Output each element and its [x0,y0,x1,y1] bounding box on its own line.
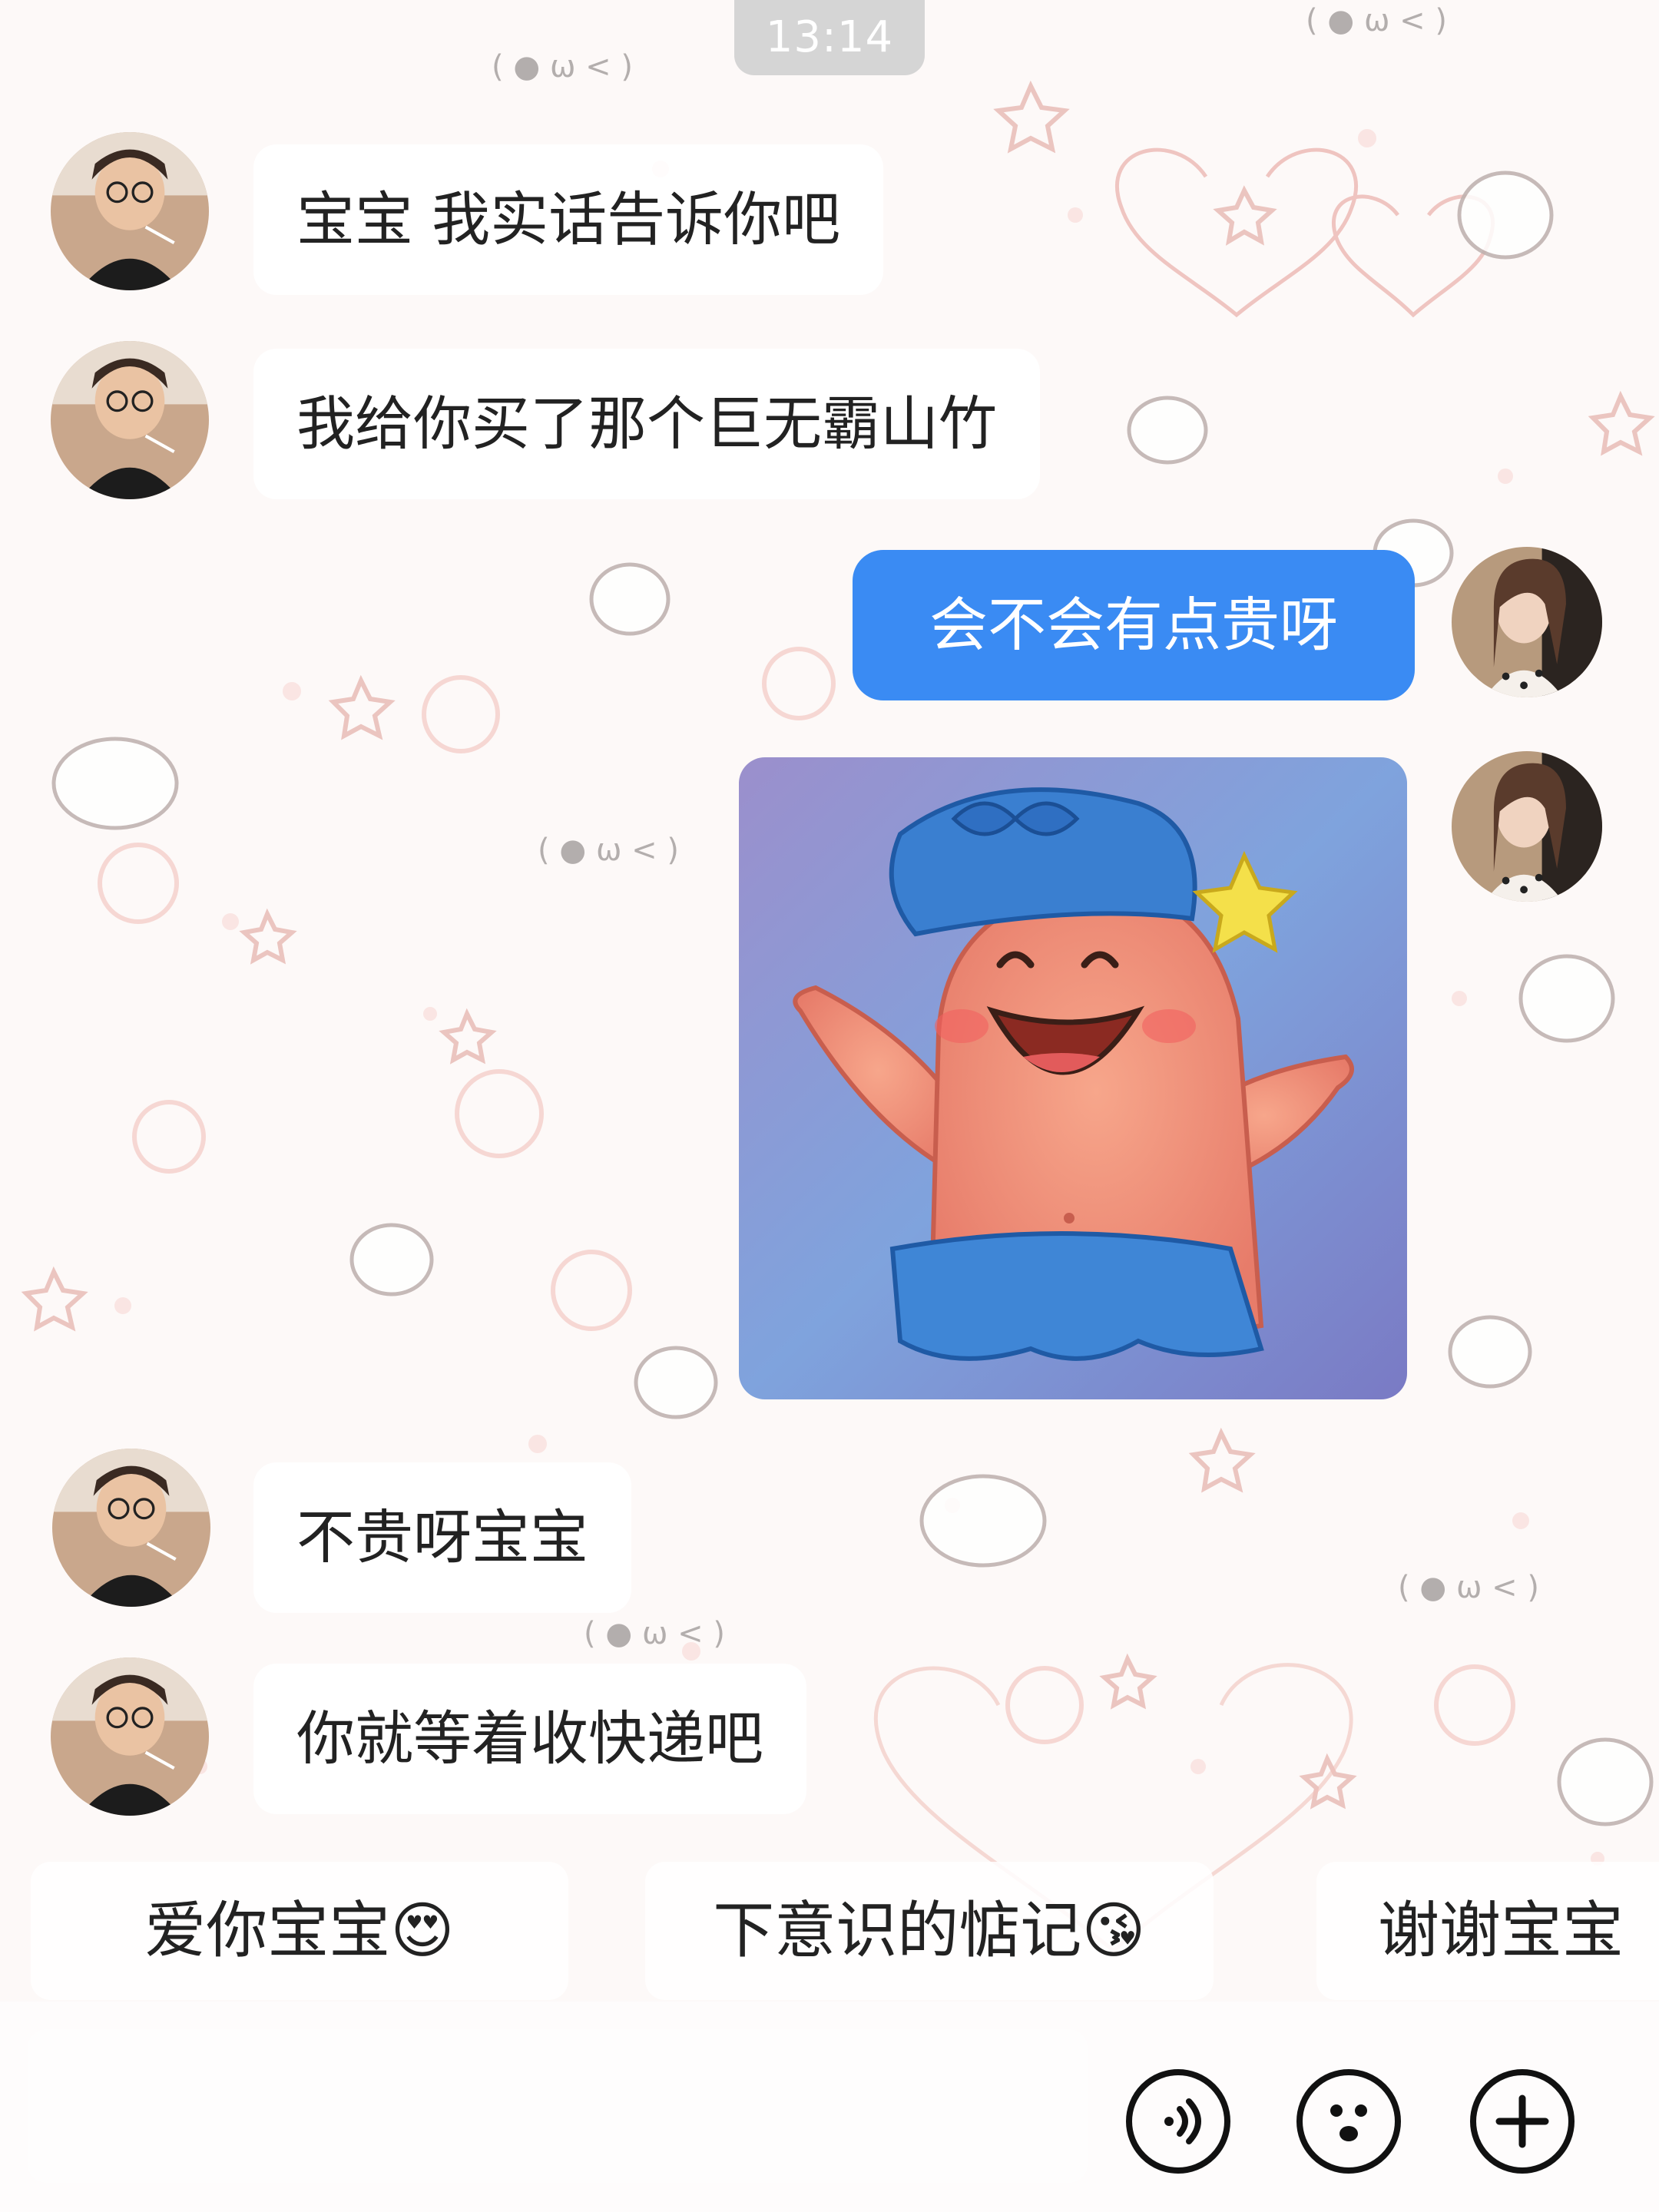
contact-avatar-photo [51,1657,209,1816]
message-bubble-incoming[interactable]: 宝宝 我实话告诉你吧 [253,144,884,295]
svg-text:( ● ω < ): ( ● ω < ) [1306,3,1447,38]
quick-reply-chip[interactable]: 下意识的惦记😘 [645,1862,1214,2000]
quick-reply-text: 爱你宝宝😍 [144,1895,455,1966]
more-button[interactable] [1470,2069,1575,2174]
quick-reply-chip[interactable]: 谢谢宝宝 [1316,1862,1659,2000]
self-avatar-photo [1452,547,1602,697]
quick-reply-bar: 爱你宝宝😍 下意识的惦记😘 谢谢宝宝 [0,1862,1659,2000]
message-input[interactable] [28,2029,1088,2183]
emoji-button[interactable] [1296,2069,1401,2174]
message-text: 不贵呀宝宝 [296,1503,588,1571]
contact-avatar[interactable] [52,1449,210,1607]
sticker-message[interactable] [739,757,1407,1399]
message-text: 会不会有点贵呀 [929,591,1338,659]
self-avatar-photo [1452,751,1602,902]
message-text: 宝宝 我实话告诉你吧 [296,185,841,253]
message-text: 我给你买了那个巨无霸山竹 [296,389,997,458]
voice-icon [1164,2098,1201,2144]
message-text: 你就等着收快递吧 [296,1704,763,1773]
contact-avatar-photo [51,341,209,499]
emoji-icon [1330,2104,1367,2141]
svg-text:( ● ω < ): ( ● ω < ) [1398,1570,1539,1605]
svg-text:( ● ω < ): ( ● ω < ) [492,49,633,84]
message-timestamp: 13:14 [734,0,925,75]
contact-avatar[interactable] [51,132,209,290]
self-avatar[interactable] [1452,751,1602,902]
contact-avatar[interactable] [51,341,209,499]
svg-text:( ● ω < ): ( ● ω < ) [584,1616,725,1651]
message-input-bar [0,2002,1659,2212]
message-bubble-incoming[interactable]: 我给你买了那个巨无霸山竹 [253,349,1040,499]
contact-avatar-photo [51,132,209,290]
quick-reply-text: 下意识的惦记😘 [713,1895,1146,1966]
svg-text:( ● ω < ): ( ● ω < ) [538,833,679,868]
contact-avatar[interactable] [51,1657,209,1816]
message-bubble-outgoing[interactable]: 会不会有点贵呀 [853,550,1415,700]
contact-avatar-photo [52,1449,210,1607]
voice-button[interactable] [1126,2069,1230,2174]
message-bubble-incoming[interactable]: 不贵呀宝宝 [253,1462,631,1613]
self-avatar[interactable] [1452,547,1602,697]
quick-reply-chip[interactable]: 爱你宝宝😍 [31,1862,568,2000]
plus-icon [1495,2094,1549,2148]
patrick-star-shower-cap-sticker [739,757,1407,1399]
message-bubble-incoming[interactable]: 你就等着收快递吧 [253,1664,806,1814]
quick-reply-text: 谢谢宝宝 [1378,1895,1624,1966]
